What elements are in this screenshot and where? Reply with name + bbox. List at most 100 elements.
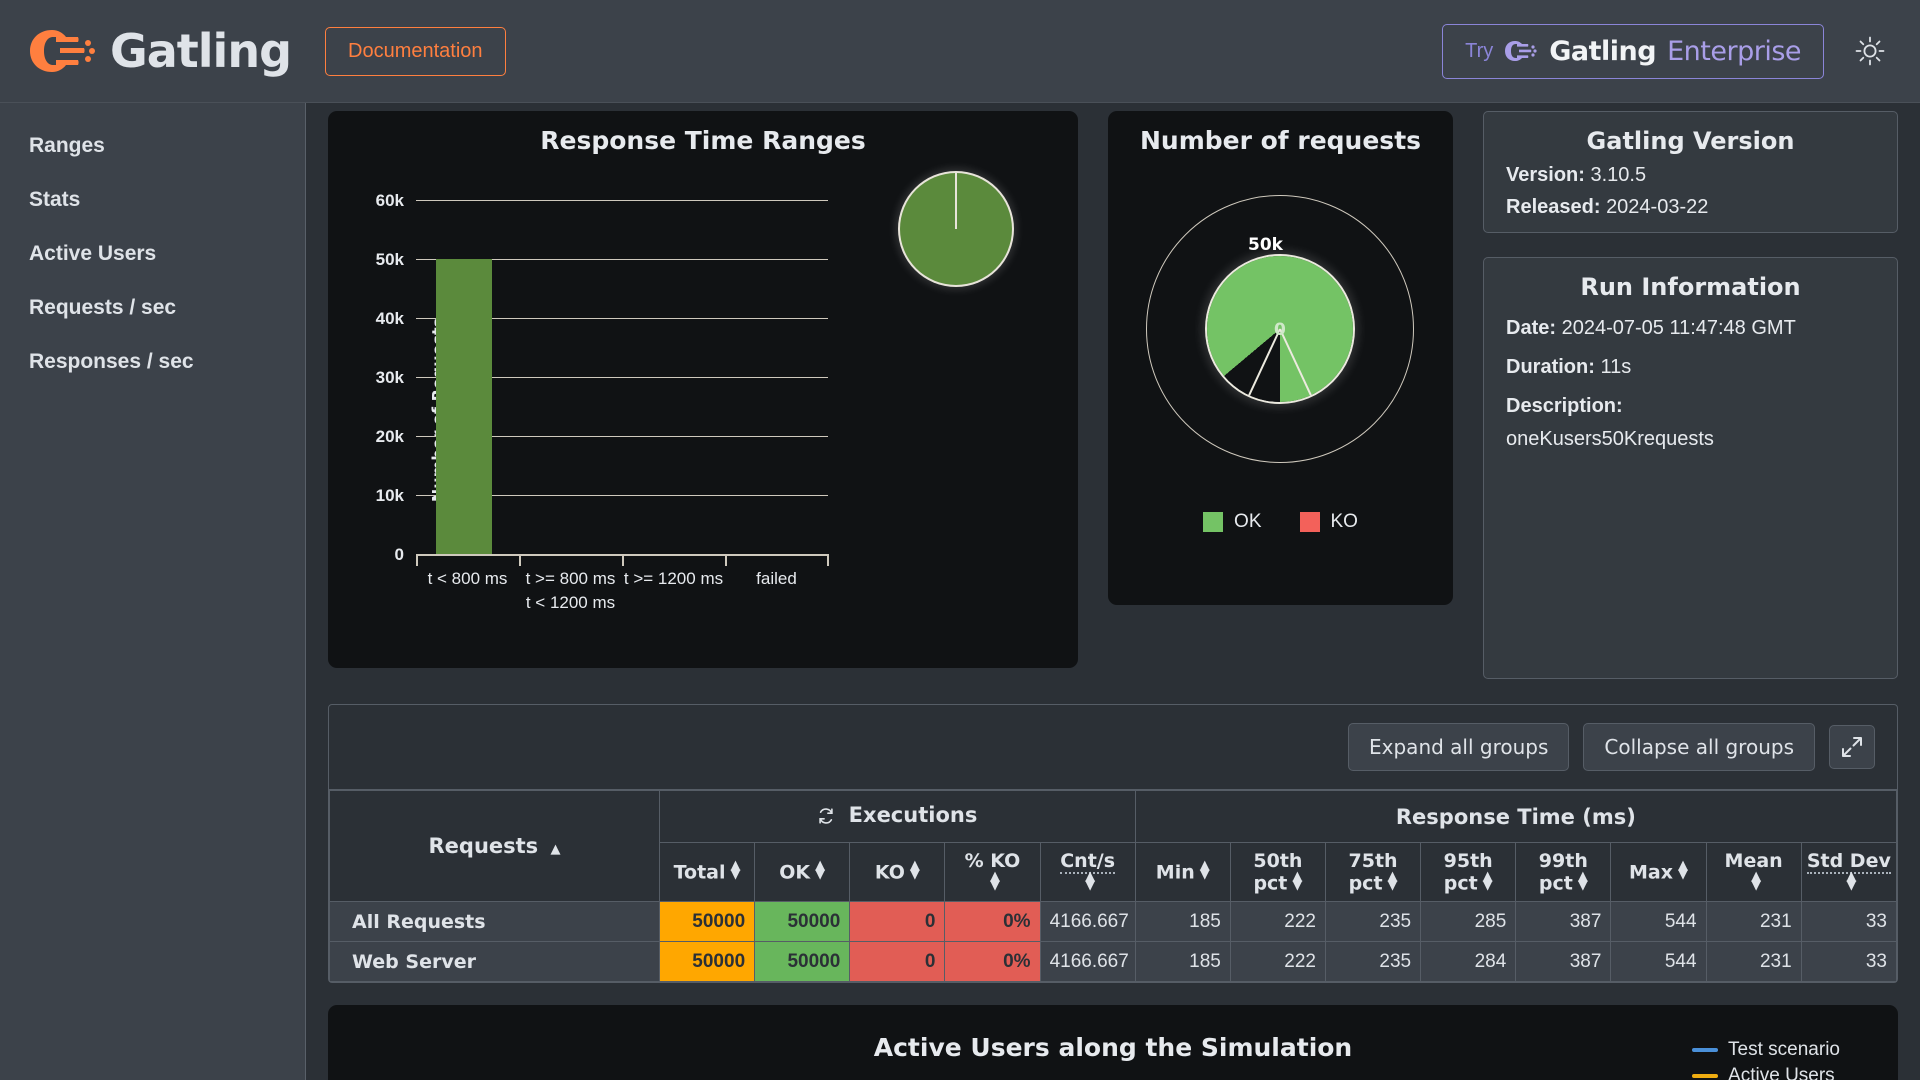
ytick-50k: 50k (375, 250, 404, 269)
run-description-row: Description: (1500, 379, 1881, 418)
fullscreen-button[interactable] (1829, 725, 1875, 769)
sort-both-icon: ▲ ▼ (1199, 858, 1210, 883)
documentation-button[interactable]: Documentation (325, 26, 506, 76)
stats-table-head: Requests ▲ Executions Response Time (ms)… (329, 789, 1898, 903)
stats-table: Requests ▲ Executions Response Time (ms)… (329, 789, 1898, 983)
legend-item-test-scenario[interactable]: Test scenario (1692, 1039, 1840, 1061)
run-duration-label: Duration: (1506, 356, 1595, 378)
row-p99: 387 (1515, 901, 1612, 943)
sort-both-icon: ▲ ▼ (1577, 869, 1588, 894)
stats-table-toolbar: Expand all groups Collapse all groups (329, 705, 1897, 790)
table-row[interactable]: All Requests 50000 50000 0 0% 4166.667 1… (329, 901, 1898, 943)
released-row: Released: 2024-03-22 (1500, 187, 1881, 219)
gridline-60k (416, 200, 828, 201)
legend-label-active-users: Active Users (1728, 1065, 1835, 1080)
row-pct-ko: 0% (944, 901, 1041, 943)
header-ko[interactable]: KO ▲ ▼ (849, 841, 946, 903)
legend-item-ko[interactable]: KO (1299, 511, 1358, 533)
row-max: 544 (1610, 941, 1707, 983)
sort-both-icon: ▲ ▼ (989, 869, 1000, 894)
gatling-version-panel: Gatling Version Version: 3.10.5 Released… (1483, 111, 1898, 233)
header-mean[interactable]: Mean ▲ ▼ (1705, 841, 1802, 903)
row-total: 50000 (658, 941, 756, 983)
sidebar: Ranges Stats Active Users Requests / sec… (0, 103, 306, 1080)
active-users-chart-panel: Active Users along the Simulation Zoom 1… (328, 1005, 1898, 1080)
header-cnt-s[interactable]: Cnt/s ▲ ▼ (1039, 841, 1136, 903)
main-content: Response Time Ranges Number of Requests … (306, 103, 1920, 1080)
row-pct-ko: 0% (944, 941, 1041, 983)
row-p50: 222 (1229, 901, 1326, 943)
run-date-row: Date: 2024-07-05 11:47:48 GMT (1500, 301, 1881, 340)
row-total: 50000 (658, 901, 756, 943)
version-value: 3.10.5 (1590, 164, 1647, 186)
number-of-requests-title: Number of requests (1139, 126, 1422, 155)
ytick-60k: 60k (375, 191, 404, 210)
ytick-10k: 10k (375, 486, 404, 505)
sort-both-icon: ▲ ▼ (1292, 869, 1303, 894)
legend-item-ok[interactable]: OK (1203, 511, 1262, 533)
sort-both-icon: ▲ ▼ (1387, 869, 1398, 894)
run-information-panel: Run Information Date: 2024-07-05 11:47:4… (1483, 257, 1898, 679)
header-p75[interactable]: 75th pct ▲ ▼ (1324, 841, 1422, 903)
gatling-logo-icon (30, 28, 96, 74)
sidebar-item-ranges[interactable]: Ranges (0, 119, 305, 173)
row-mean: 231 (1705, 941, 1802, 983)
sidebar-item-stats[interactable]: Stats (0, 173, 305, 227)
polar-value-ko: 0 (1274, 320, 1286, 340)
xlabel-1b: t < 1200 ms (525, 593, 616, 612)
row-p75: 235 (1324, 941, 1422, 983)
app-header: Gatling Documentation Try Gatling Enterp… (0, 0, 1920, 103)
header-p95[interactable]: 95th pct ▲ ▼ (1420, 841, 1517, 903)
header-total-label: Total (673, 861, 726, 884)
sidebar-item-responses-per-sec[interactable]: Responses / sec (0, 335, 305, 389)
header-ko-label: KO (874, 861, 905, 884)
xlabel-2: t >= 1200 ms (623, 569, 724, 588)
summary-row: Response Time Ranges Number of Requests … (328, 103, 1898, 679)
try-gatling-enterprise-button[interactable]: Try Gatling Enterprise (1442, 23, 1824, 79)
logo[interactable]: Gatling (30, 24, 292, 78)
released-label: Released: (1506, 196, 1601, 218)
run-duration-value: 11s (1600, 356, 1632, 378)
header-std-dev[interactable]: Std Dev ▲ ▼ (1800, 841, 1898, 903)
response-time-ranges-pie[interactable] (900, 173, 1012, 285)
header-max[interactable]: Max ▲ ▼ (1610, 841, 1707, 903)
run-duration-row: Duration: 11s (1500, 340, 1881, 379)
sort-both-icon: ▲ ▼ (1677, 858, 1688, 883)
polar-area-plot: 50k 0 OK KO (1108, 155, 1453, 555)
sidebar-item-active-users[interactable]: Active Users (0, 227, 305, 281)
table-row[interactable]: Web Server 50000 50000 0 0% 4166.667 185… (329, 941, 1898, 983)
ytick-30k: 30k (375, 368, 404, 387)
sort-both-icon: ▲ ▼ (1846, 869, 1857, 894)
row-name[interactable]: Web Server (329, 941, 660, 983)
header-ok[interactable]: OK ▲ ▼ (754, 841, 851, 903)
header-p50[interactable]: 50th pct ▲ ▼ (1229, 841, 1326, 903)
header-min[interactable]: Min ▲ ▼ (1134, 841, 1231, 903)
row-cnt-s: 4166.667 (1039, 941, 1136, 983)
sort-both-icon: ▲ ▼ (815, 858, 826, 883)
collapse-all-groups-button[interactable]: Collapse all groups (1583, 723, 1815, 771)
theme-toggle-button[interactable] (1850, 31, 1890, 71)
row-p50: 222 (1229, 941, 1326, 983)
run-information-title: Run Information (1580, 273, 1801, 301)
header-p99[interactable]: 99th pct ▲ ▼ (1515, 841, 1612, 903)
header-pct-ko[interactable]: % KO ▲ ▼ (944, 841, 1041, 903)
header-total[interactable]: Total ▲ ▼ (658, 841, 756, 903)
row-name[interactable]: All Requests (329, 901, 660, 943)
legend-item-active-users[interactable]: Active Users (1692, 1065, 1840, 1080)
sun-icon (1854, 36, 1886, 70)
pie-slice-divider (955, 173, 957, 229)
xlabel-3: failed (756, 569, 797, 588)
row-ok: 50000 (754, 941, 851, 983)
row-p95: 285 (1420, 901, 1517, 943)
legend-label-ko: KO (1330, 511, 1358, 532)
header-requests[interactable]: Requests ▲ (329, 789, 660, 903)
sort-both-icon: ▲ ▼ (909, 858, 920, 883)
sidebar-item-requests-per-sec[interactable]: Requests / sec (0, 281, 305, 335)
bar-t-lt-800ms[interactable] (436, 259, 492, 554)
header-actions: Try Gatling Enterprise (1442, 23, 1890, 79)
row-max: 544 (1610, 901, 1707, 943)
stats-table-body: All Requests 50000 50000 0 0% 4166.667 1… (329, 901, 1898, 983)
expand-all-groups-button[interactable]: Expand all groups (1348, 723, 1570, 771)
row-p99: 387 (1515, 941, 1612, 983)
legend-label-test-scenario: Test scenario (1728, 1039, 1840, 1061)
